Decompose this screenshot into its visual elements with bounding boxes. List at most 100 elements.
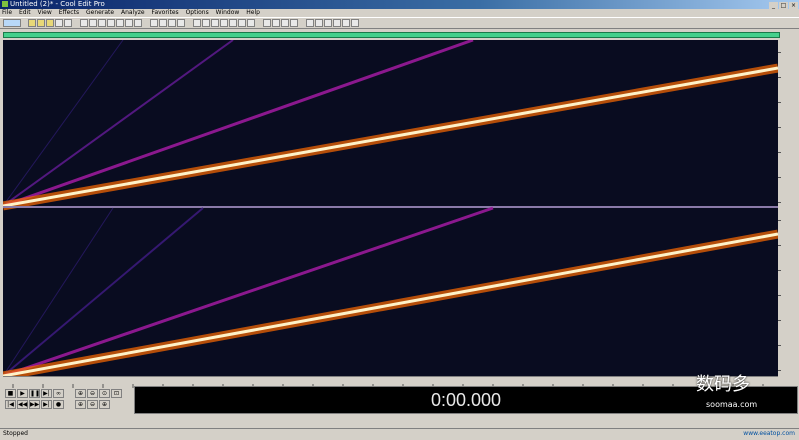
window-title: Untitled (2)* - Cool Edit Pro (10, 0, 105, 8)
save-file-button[interactable] (46, 19, 54, 27)
redo-button[interactable] (89, 19, 97, 27)
menu-favorites[interactable]: Favorites (152, 9, 179, 16)
scale-tick (778, 77, 781, 78)
top-channel-spectrogram (2, 38, 779, 211)
menu-generate[interactable]: Generate (86, 9, 114, 16)
top-harmonic-3 (2, 38, 474, 208)
watermark-url: soomaa.com (706, 400, 758, 409)
zoom-selection-button[interactable]: ⊡ (111, 389, 122, 398)
spectral-display[interactable] (2, 38, 779, 381)
scale-tick (778, 345, 781, 346)
menu-analyze[interactable]: Analyze (121, 9, 145, 16)
tool-button-a[interactable] (193, 19, 201, 27)
status-bar: Stopped www.eeatop.com (0, 428, 799, 440)
menu-options[interactable]: Options (186, 9, 209, 16)
tool-button-l[interactable] (306, 19, 314, 27)
app-icon (2, 1, 8, 7)
menu-edit[interactable]: Edit (19, 9, 31, 16)
tool-button-p[interactable] (342, 19, 350, 27)
stop-button[interactable]: ■ (5, 389, 16, 398)
phase-view-button[interactable] (177, 19, 185, 27)
scale-tick (778, 127, 781, 128)
zoom-left-edge-button[interactable]: ⊕ (99, 400, 110, 409)
status-text: Stopped (3, 430, 28, 437)
maximize-button[interactable]: □ (779, 2, 788, 9)
menu-window[interactable]: Window (216, 9, 240, 16)
menu-view[interactable]: View (38, 9, 52, 16)
fast-forward-button[interactable]: ▶▶ (29, 400, 40, 409)
waveform-overview-bar[interactable] (3, 32, 780, 38)
menu-help[interactable]: Help (246, 9, 260, 16)
cut-button[interactable] (98, 19, 106, 27)
new-file-button[interactable] (28, 19, 36, 27)
go-to-end-button[interactable]: ▶| (41, 400, 52, 409)
frequency-scale (778, 40, 796, 376)
go-to-start-button[interactable]: |◀ (5, 400, 16, 409)
tool-button-j[interactable] (281, 19, 289, 27)
tool-button-e[interactable] (229, 19, 237, 27)
paste-button[interactable] (116, 19, 124, 27)
bottom-channel-spectrogram (2, 206, 779, 381)
pause-button[interactable]: ❚❚ (29, 389, 40, 398)
zoom-out-horizontal-button[interactable]: ⊖ (87, 389, 98, 398)
transport-controls: ■ ▶ ❚❚ ▶| ∞ |◀ ◀◀ ▶▶ ▶| ● ⊕ ⊖ ⊙ ⊡ ⊕ ⊖ ⊕ (3, 386, 131, 412)
toolbar (0, 17, 799, 29)
tool-button-f[interactable] (238, 19, 246, 27)
channel-divider (3, 206, 778, 208)
save-as-button[interactable] (55, 19, 63, 27)
tool-button-n[interactable] (324, 19, 332, 27)
menu-effects[interactable]: Effects (59, 9, 79, 16)
scale-tick (778, 152, 781, 153)
spectrogram-plot (2, 38, 779, 381)
watermark-logo-text: 数码多 (696, 374, 750, 395)
zoom-in-horizontal-button[interactable]: ⊕ (75, 389, 86, 398)
zoom-out-vertical-button[interactable]: ⊖ (87, 400, 98, 409)
mix-paste-button[interactable] (125, 19, 133, 27)
bottom-harmonic-3 (2, 206, 494, 378)
toggle-view-button[interactable] (3, 19, 21, 27)
record-button[interactable]: ● (53, 400, 64, 409)
close-button[interactable]: × (789, 2, 798, 9)
minimize-button[interactable]: _ (769, 2, 778, 9)
close-file-button[interactable] (64, 19, 72, 27)
scale-tick (778, 270, 781, 271)
footer-url: www.eeatop.com (743, 430, 795, 437)
tool-button-g[interactable] (247, 19, 255, 27)
bottom-harmonic-5 (2, 207, 204, 377)
spectral-view-button[interactable] (159, 19, 167, 27)
copy-button[interactable] (107, 19, 115, 27)
tool-button-c[interactable] (211, 19, 219, 27)
tool-button-m[interactable] (315, 19, 323, 27)
time-ruler[interactable] (3, 376, 778, 388)
tool-button-k[interactable] (290, 19, 298, 27)
trim-button[interactable] (134, 19, 142, 27)
scale-tick (778, 52, 781, 53)
scale-tick (778, 177, 781, 178)
play-button[interactable]: ▶ (17, 389, 28, 398)
bottom-harmonic-7 (2, 207, 114, 377)
menu-file[interactable]: File (2, 9, 12, 16)
tool-button-i[interactable] (272, 19, 280, 27)
scale-tick (778, 102, 781, 103)
top-harmonic-7 (2, 39, 124, 207)
tool-button-h[interactable] (263, 19, 271, 27)
rewind-button[interactable]: ◀◀ (17, 400, 28, 409)
tool-button-q[interactable] (351, 19, 359, 27)
tool-button-d[interactable] (220, 19, 228, 27)
zoom-full-button[interactable]: ⊙ (99, 389, 110, 398)
menu-bar: File Edit View Effects Generate Analyze … (0, 9, 799, 17)
waveform-view-button[interactable] (150, 19, 158, 27)
undo-button[interactable] (80, 19, 88, 27)
zoom-in-vertical-button[interactable]: ⊕ (75, 400, 86, 409)
open-file-button[interactable] (37, 19, 45, 27)
scale-tick (778, 370, 781, 371)
top-fundamental (2, 66, 779, 208)
bottom-fundamental (2, 232, 779, 378)
pan-view-button[interactable] (168, 19, 176, 27)
scale-tick (778, 320, 781, 321)
scale-tick (778, 202, 781, 203)
tool-button-o[interactable] (333, 19, 341, 27)
play-to-end-button[interactable]: ▶| (41, 389, 52, 398)
tool-button-b[interactable] (202, 19, 210, 27)
loop-button[interactable]: ∞ (53, 389, 64, 398)
